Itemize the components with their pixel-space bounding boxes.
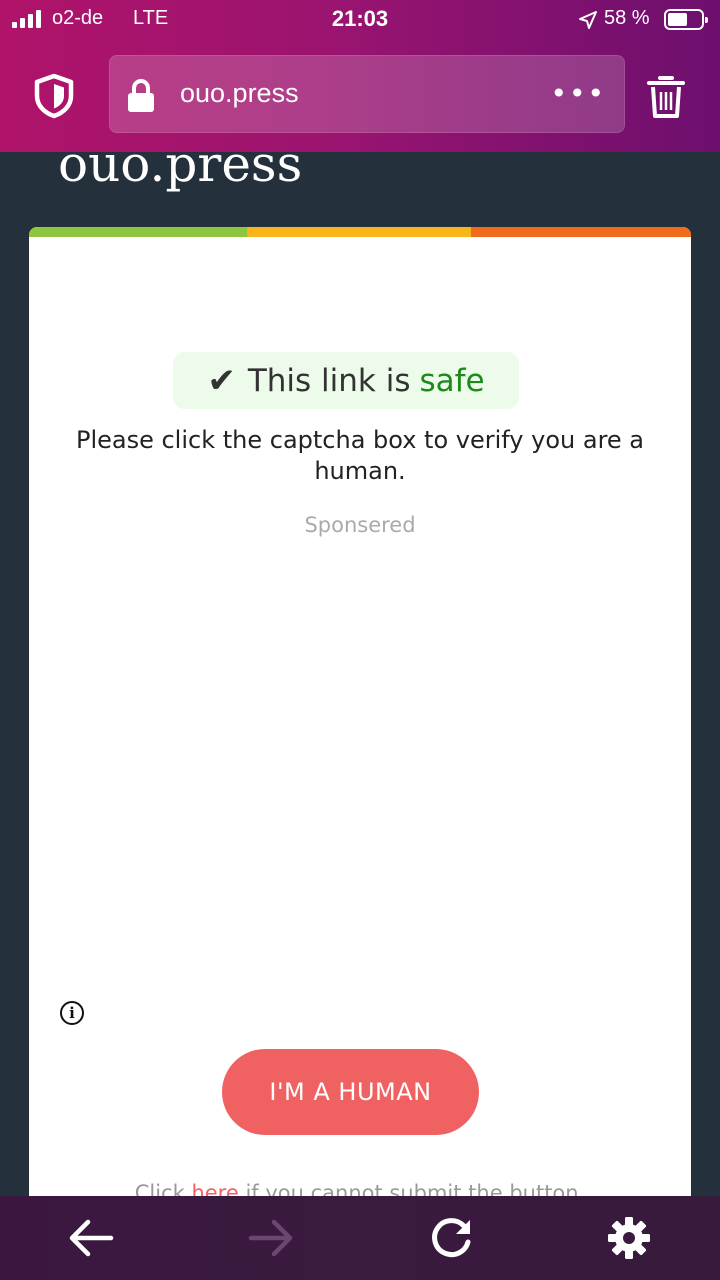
info-icon[interactable]: i [60,1001,84,1025]
sponsored-label: Sponsered [304,513,416,537]
more-icon[interactable]: ••• [550,80,606,108]
trash-icon[interactable] [646,72,686,120]
url-bar[interactable]: ouo.press ••• [109,55,625,133]
forward-arrow-icon[interactable] [246,1214,296,1262]
browser-chrome: o2-de LTE 21:03 58 % ouo.press ••• [0,0,720,152]
bottom-toolbar [0,1196,720,1280]
checkmark-icon: ✔ [207,360,236,401]
shield-icon[interactable] [30,72,78,120]
safe-badge-prefix: This link is [247,362,411,399]
reload-icon[interactable] [426,1214,476,1262]
settings-gear-icon[interactable] [604,1214,654,1262]
battery-icon [664,9,708,30]
im-a-human-button[interactable]: I'M A HUMAN [222,1049,479,1135]
lock-icon [128,79,154,112]
content-card: ✔ This link is safe Please click the cap… [29,227,691,1280]
captcha-instructions: Please click the captcha box to verify y… [75,426,645,485]
back-arrow-icon[interactable] [66,1214,116,1262]
safe-badge-highlight: safe [419,362,485,399]
url-text[interactable]: ouo.press [180,78,299,109]
status-bar: o2-de LTE 21:03 58 % [0,0,720,40]
site-title: ouo.press [58,135,303,193]
battery-percent: 58 % [604,7,650,29]
safe-link-badge: ✔ This link is safe [173,352,519,409]
location-arrow-icon [579,11,597,29]
card-color-stripe [29,227,691,237]
